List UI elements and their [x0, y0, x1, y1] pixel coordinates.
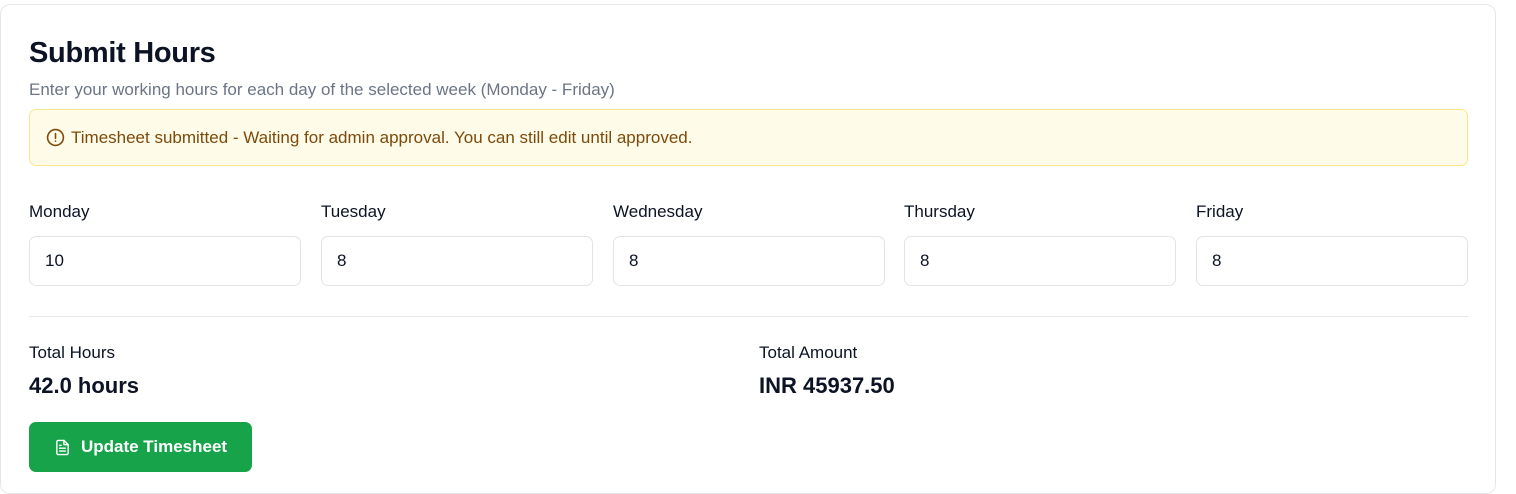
alert-message: Timesheet submitted - Waiting for admin …	[71, 127, 693, 147]
day-monday: Monday	[29, 201, 301, 286]
update-timesheet-label: Update Timesheet	[80, 437, 228, 456]
approval-status-alert: Timesheet submitted - Waiting for admin …	[29, 109, 1468, 166]
alert-circle-icon	[46, 128, 65, 147]
page-title: Submit Hours	[29, 37, 216, 69]
submit-hours-card: Submit Hours Enter your working hours fo…	[0, 4, 1496, 494]
day-label-tuesday: Tuesday	[321, 202, 386, 221]
hours-input-friday[interactable]	[1196, 236, 1468, 286]
hours-input-wednesday[interactable]	[613, 236, 885, 286]
update-timesheet-button[interactable]: Update Timesheet	[29, 422, 252, 472]
day-friday: Friday	[1196, 201, 1468, 286]
file-text-icon	[54, 439, 71, 456]
total-hours-value: 42.0 hours	[29, 373, 140, 398]
day-label-friday: Friday	[1196, 202, 1244, 221]
hours-input-thursday[interactable]	[904, 236, 1176, 286]
day-thursday: Thursday	[904, 201, 1176, 286]
page-subtitle: Enter your working hours for each day of…	[29, 80, 615, 99]
day-tuesday: Tuesday	[321, 201, 593, 286]
section-divider	[29, 316, 1468, 317]
day-label-monday: Monday	[29, 202, 90, 221]
day-label-thursday: Thursday	[904, 202, 975, 221]
hours-input-tuesday[interactable]	[321, 236, 593, 286]
day-wednesday: Wednesday	[613, 201, 885, 286]
total-amount-value: INR 45937.50	[759, 373, 895, 398]
total-hours-label: Total Hours	[29, 343, 115, 362]
total-amount-label: Total Amount	[759, 343, 858, 362]
day-label-wednesday: Wednesday	[613, 202, 703, 221]
hours-input-monday[interactable]	[29, 236, 301, 286]
